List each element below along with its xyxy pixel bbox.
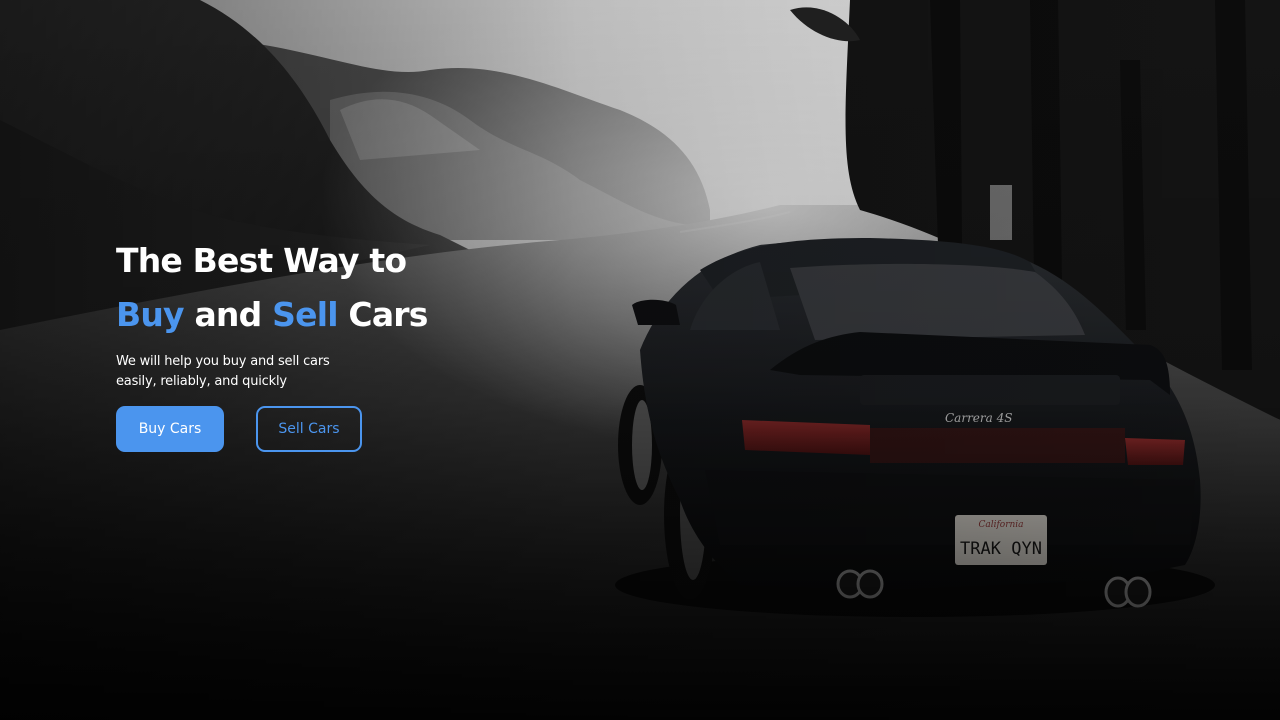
hero-content: The Best Way to Buy and Sell Cars We wil… [116,234,576,452]
hero-headline: The Best Way to Buy and Sell Cars [116,234,576,342]
hero-subtitle: We will help you buy and sell cars easil… [116,354,330,389]
headline-sell-word: Sell [272,295,338,334]
headline-line-1: The Best Way to [116,241,407,280]
headline-line-2: Buy and Sell Cars [116,288,576,342]
buy-cars-button[interactable]: Buy Cars [116,406,224,452]
headline-and-word: and [183,295,273,334]
hero-cta-buttons: Buy Cars Sell Cars [116,406,362,452]
sell-cars-button[interactable]: Sell Cars [256,406,362,452]
hero-section: Carrera 4S California TRAK QYN The Best … [0,0,1280,720]
headline-buy-word: Buy [116,295,185,334]
headline-cars-word: Cars [337,295,428,334]
